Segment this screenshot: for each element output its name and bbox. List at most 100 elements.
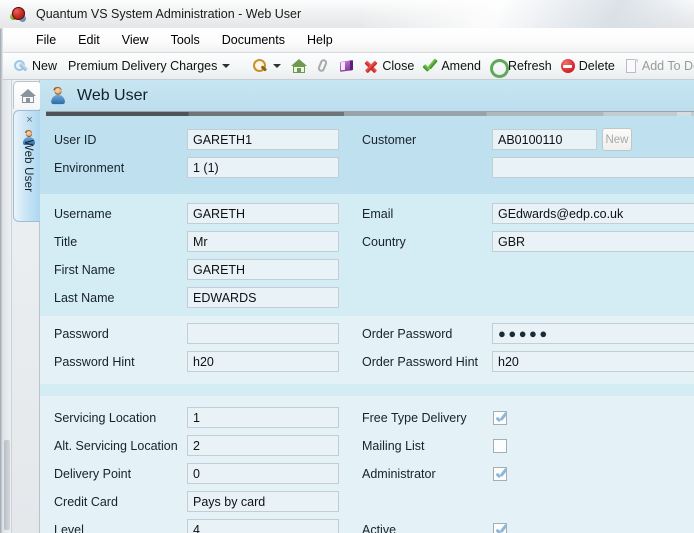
- label-order-password-hint: Order Password Hint: [362, 355, 479, 369]
- input-level[interactable]: 4: [187, 519, 339, 533]
- input-alt-servicing-location[interactable]: 2: [187, 435, 339, 456]
- menu-view[interactable]: View: [111, 30, 160, 50]
- form-section-passwords: Password Order Password ●●●●● Password H…: [40, 316, 694, 384]
- input-delivery-point[interactable]: 0: [187, 463, 339, 484]
- new-context-dropdown[interactable]: Premium Delivery Charges: [61, 55, 236, 77]
- check-icon: [495, 523, 507, 533]
- input-country[interactable]: GBR: [492, 231, 694, 252]
- new-context-label: Premium Delivery Charges: [68, 59, 218, 73]
- menu-tools[interactable]: Tools: [160, 30, 211, 50]
- book-icon: [339, 58, 355, 74]
- row-last-name: Last Name EDWARDS: [40, 284, 694, 312]
- label-credit-card: Credit Card: [54, 495, 118, 509]
- wrench-icon: [12, 58, 29, 74]
- label-first-name: First Name: [54, 263, 116, 277]
- input-user-id[interactable]: GARETH1: [187, 129, 339, 150]
- label-title: Title: [54, 235, 78, 249]
- rail-tab-web-user[interactable]: × Web User: [13, 110, 42, 222]
- label-password-hint: Password Hint: [54, 355, 135, 369]
- close-button[interactable]: Close: [359, 55, 418, 77]
- section-gap: [40, 384, 694, 396]
- input-last-name[interactable]: EDWARDS: [187, 287, 339, 308]
- checkbox-free-type-delivery[interactable]: [493, 411, 507, 425]
- web-user-form: User ID GARETH1 Customer AB0100110 New E…: [40, 116, 694, 533]
- row-level: Level 4 Active: [40, 516, 694, 533]
- menu-file[interactable]: File: [25, 30, 67, 50]
- label-order-password: Order Password: [362, 327, 453, 341]
- row-username: Username GARETH Email GEdwards@edp.co.uk: [40, 200, 694, 228]
- check-icon: [495, 467, 507, 481]
- input-first-name[interactable]: GARETH: [187, 259, 339, 280]
- row-alt-servicing-location: Alt. Servicing Location 2 Mailing List: [40, 432, 694, 460]
- search-button[interactable]: [248, 55, 287, 77]
- row-first-name: First Name GARETH: [40, 256, 694, 284]
- checkbox-mailing-list[interactable]: [493, 439, 507, 453]
- input-order-password[interactable]: ●●●●●: [492, 323, 694, 344]
- title-bar-sheen: [364, 0, 694, 28]
- row-password: Password Order Password ●●●●●: [40, 320, 694, 348]
- refresh-icon: [489, 58, 509, 78]
- checkbox-active[interactable]: [493, 523, 507, 533]
- input-order-password-hint[interactable]: h20: [492, 351, 694, 372]
- quantum-app-icon: [10, 6, 27, 23]
- refresh-button[interactable]: Refresh: [485, 55, 556, 78]
- attach-button[interactable]: [311, 55, 335, 77]
- input-title[interactable]: Mr: [187, 231, 339, 252]
- menu-edit[interactable]: Edit: [67, 30, 111, 50]
- label-environment: Environment: [54, 161, 125, 175]
- user-icon: [49, 86, 66, 104]
- rail-scrollbar[interactable]: [3, 80, 12, 533]
- amend-button[interactable]: Amend: [418, 55, 485, 77]
- rail-tab-home[interactable]: [13, 81, 42, 109]
- home-button[interactable]: [287, 55, 311, 77]
- add-to-document-label: Add To Docum: [641, 59, 694, 73]
- home-icon: [20, 88, 36, 104]
- check-icon: [495, 411, 507, 425]
- input-customer[interactable]: AB0100110: [492, 129, 597, 150]
- close-button-label: Close: [382, 59, 415, 73]
- delete-icon: [560, 58, 576, 74]
- menu-documents[interactable]: Documents: [211, 30, 296, 50]
- input-customer-name[interactable]: [492, 157, 694, 178]
- input-password-hint[interactable]: h20: [187, 351, 339, 372]
- input-environment[interactable]: 1 (1): [187, 157, 339, 178]
- book-button[interactable]: [335, 55, 359, 77]
- label-mailing-list: Mailing List: [362, 439, 425, 453]
- row-environment: Environment 1 (1): [40, 154, 694, 182]
- input-email[interactable]: GEdwards@edp.co.uk: [492, 203, 694, 224]
- label-customer: Customer: [362, 133, 417, 147]
- input-password[interactable]: [187, 323, 339, 344]
- add-to-document-button: Add To Docum: [619, 55, 694, 77]
- row-user-id: User ID GARETH1 Customer AB0100110 New: [40, 126, 694, 154]
- menu-help[interactable]: Help: [296, 30, 344, 50]
- label-alt-servicing-location: Alt. Servicing Location: [54, 439, 178, 453]
- customer-new-button[interactable]: New: [602, 128, 632, 151]
- new-button[interactable]: New: [9, 55, 61, 77]
- row-title: Title Mr Country GBR: [40, 228, 694, 256]
- search-chevron-down-icon: [273, 64, 282, 68]
- input-username[interactable]: GARETH: [187, 203, 339, 224]
- section1-top-gap: [40, 116, 694, 126]
- label-delivery-point: Delivery Point: [54, 467, 132, 481]
- content-pane: Web User User ID GARETH1 Customer AB0100…: [40, 80, 694, 533]
- magnifier-icon: [252, 58, 268, 74]
- home-icon: [291, 58, 308, 74]
- delete-button[interactable]: Delete: [556, 55, 619, 77]
- row-credit-card: Credit Card Pays by card: [40, 488, 694, 516]
- toolbar: New Premium Delivery Charges Close Amend: [3, 53, 694, 80]
- form-section-delivery: Servicing Location 1 Free Type Delivery …: [40, 396, 694, 533]
- check-icon: [422, 58, 438, 74]
- close-icon[interactable]: ×: [25, 115, 34, 126]
- label-free-type-delivery: Free Type Delivery: [362, 411, 467, 425]
- rail-scrollbar-thumb[interactable]: [4, 440, 10, 530]
- label-email: Email: [362, 207, 394, 221]
- input-servicing-location[interactable]: 1: [187, 407, 339, 428]
- label-last-name: Last Name: [54, 291, 115, 305]
- delete-button-label: Delete: [578, 59, 615, 73]
- input-credit-card[interactable]: Pays by card: [187, 491, 339, 512]
- window-title: Quantum VS System Administration - Web U…: [36, 7, 302, 21]
- checkbox-administrator[interactable]: [493, 467, 507, 481]
- label-active: Active: [362, 523, 397, 533]
- pane-header: Web User: [40, 80, 694, 111]
- menu-bar: File Edit View Tools Documents Help: [3, 28, 694, 53]
